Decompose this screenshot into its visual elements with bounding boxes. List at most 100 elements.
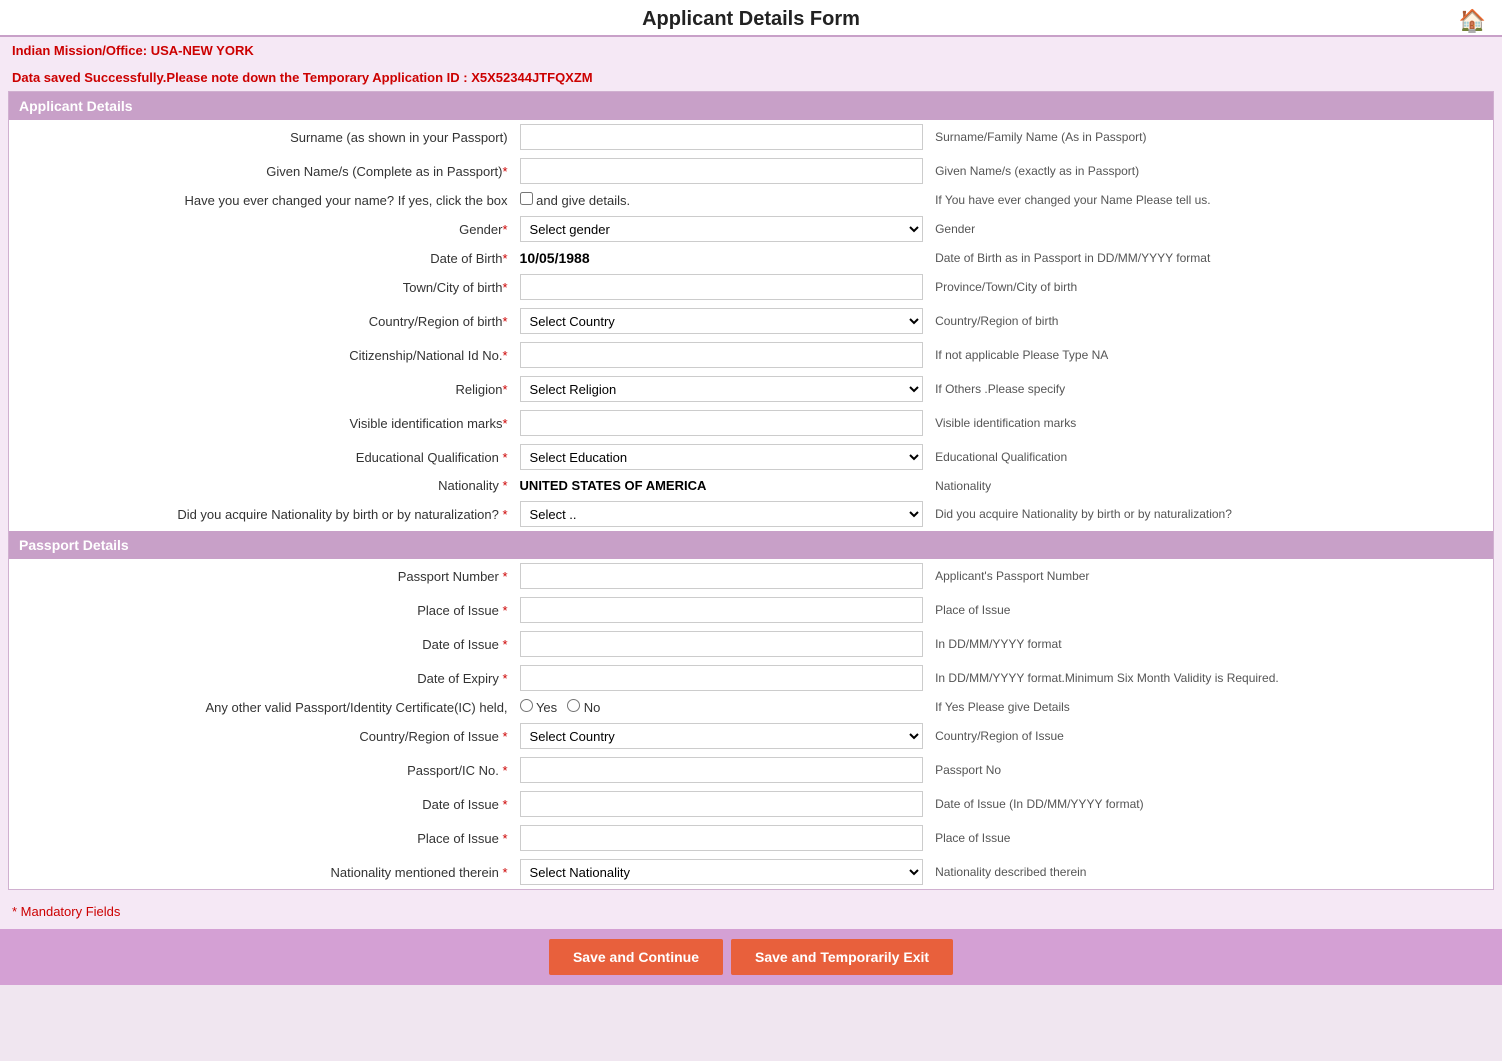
visible-marks-input-cell xyxy=(514,406,930,440)
given-name-input-cell xyxy=(514,154,930,188)
town-input-cell xyxy=(514,270,930,304)
changed-name-checkbox[interactable] xyxy=(520,192,533,205)
surname-input[interactable] xyxy=(520,124,924,150)
yes-radio[interactable] xyxy=(520,699,533,712)
page-header: Applicant Details Form 🏠 xyxy=(0,0,1502,37)
passport-ic-label: Passport/IC No. * xyxy=(9,753,514,787)
acquire-nat-row: Did you acquire Nationality by birth or … xyxy=(9,497,1493,531)
date-issue-input[interactable] xyxy=(520,631,924,657)
date-expiry-help: In DD/MM/YYYY format.Minimum Six Month V… xyxy=(929,661,1493,695)
dob-row: Date of Birth* 10/05/1988 Date of Birth … xyxy=(9,246,1493,270)
date-issue2-input[interactable] xyxy=(520,791,924,817)
country-issue-select[interactable]: Select Country India USA UK Other xyxy=(520,723,924,749)
mission-bar: Indian Mission/Office: USA-NEW YORK xyxy=(0,37,1502,64)
town-input[interactable] xyxy=(520,274,924,300)
religion-help: If Others .Please specify xyxy=(929,372,1493,406)
passport-num-help: Applicant's Passport Number xyxy=(929,559,1493,593)
education-row: Educational Qualification * Select Educa… xyxy=(9,440,1493,474)
country-issue-row: Country/Region of Issue * Select Country… xyxy=(9,719,1493,753)
passport-ic-input-cell xyxy=(514,753,930,787)
applicant-section-header: Applicant Details xyxy=(9,92,1493,120)
surname-label: Surname (as shown in your Passport) xyxy=(9,120,514,154)
place-issue-label: Place of Issue * xyxy=(9,593,514,627)
no-radio[interactable] xyxy=(567,699,580,712)
acquire-nat-select[interactable]: Select .. By Birth By Naturalization xyxy=(520,501,924,527)
religion-input-cell: Select Religion Hindu Muslim Christian S… xyxy=(514,372,930,406)
changed-name-suffix: and give details. xyxy=(536,193,630,208)
education-select[interactable]: Select Education Below Matriculation Mat… xyxy=(520,444,924,470)
yes-radio-label: Yes xyxy=(520,699,558,715)
nationality-therein-select[interactable]: Select Nationality Indian American Briti… xyxy=(520,859,924,885)
surname-help: Surname/Family Name (As in Passport) xyxy=(929,120,1493,154)
visible-marks-help: Visible identification marks xyxy=(929,406,1493,440)
religion-select[interactable]: Select Religion Hindu Muslim Christian S… xyxy=(520,376,924,402)
given-name-row: Given Name/s (Complete as in Passport)* … xyxy=(9,154,1493,188)
given-name-input[interactable] xyxy=(520,158,924,184)
passport-num-row: Passport Number * Applicant's Passport N… xyxy=(9,559,1493,593)
gender-label: Gender* xyxy=(9,212,514,246)
save-continue-button[interactable]: Save and Continue xyxy=(549,939,723,975)
date-issue2-help: Date of Issue (In DD/MM/YYYY format) xyxy=(929,787,1493,821)
gender-input-cell: Select gender Male Female Other xyxy=(514,212,930,246)
applicant-details-section: Applicant Details Surname (as shown in y… xyxy=(8,91,1494,890)
date-issue2-input-cell xyxy=(514,787,930,821)
nationality-therein-input-cell: Select Nationality Indian American Briti… xyxy=(514,855,930,889)
given-name-help: Given Name/s (exactly as in Passport) xyxy=(929,154,1493,188)
place-issue2-input-cell xyxy=(514,821,930,855)
date-issue-input-cell xyxy=(514,627,930,661)
citizenship-row: Citizenship/National Id No.* If not appl… xyxy=(9,338,1493,372)
date-expiry-input[interactable] xyxy=(520,665,924,691)
place-issue2-input[interactable] xyxy=(520,825,924,851)
nationality-row: Nationality * UNITED STATES OF AMERICA N… xyxy=(9,474,1493,497)
date-expiry-input-cell xyxy=(514,661,930,695)
no-label: No xyxy=(584,700,601,715)
nationality-therein-row: Nationality mentioned therein * Select N… xyxy=(9,855,1493,889)
changed-name-label: Have you ever changed your name? If yes,… xyxy=(9,188,514,212)
other-passport-radio-cell: Yes No xyxy=(514,695,930,719)
mandatory-note: * Mandatory Fields xyxy=(0,898,1502,925)
mission-label: Indian Mission/Office: xyxy=(12,43,147,58)
passport-form-table: Passport Number * Applicant's Passport N… xyxy=(9,559,1493,889)
gender-help: Gender xyxy=(929,212,1493,246)
place-issue-row: Place of Issue * Place of Issue xyxy=(9,593,1493,627)
nationality-help: Nationality xyxy=(929,474,1493,497)
surname-input-cell xyxy=(514,120,930,154)
place-issue2-help: Place of Issue xyxy=(929,821,1493,855)
visible-marks-label: Visible identification marks* xyxy=(9,406,514,440)
visible-marks-input[interactable] xyxy=(520,410,924,436)
no-radio-label: No xyxy=(567,699,600,715)
nationality-label: Nationality * xyxy=(9,474,514,497)
home-icon[interactable]: 🏠 xyxy=(1459,8,1486,34)
religion-row: Religion* Select Religion Hindu Muslim C… xyxy=(9,372,1493,406)
save-exit-button[interactable]: Save and Temporarily Exit xyxy=(731,939,953,975)
other-passport-label: Any other valid Passport/Identity Certif… xyxy=(9,695,514,719)
date-issue2-label: Date of Issue * xyxy=(9,787,514,821)
nationality-value-cell: UNITED STATES OF AMERICA xyxy=(514,474,930,497)
citizenship-input[interactable] xyxy=(520,342,924,368)
country-birth-help: Country/Region of birth xyxy=(929,304,1493,338)
other-passport-row: Any other valid Passport/Identity Certif… xyxy=(9,695,1493,719)
country-issue-help: Country/Region of Issue xyxy=(929,719,1493,753)
gender-select[interactable]: Select gender Male Female Other xyxy=(520,216,924,242)
page-title: Applicant Details Form xyxy=(0,8,1502,31)
place-issue-input[interactable] xyxy=(520,597,924,623)
app-id: X5X52344JTFQXZM xyxy=(471,70,592,85)
date-expiry-row: Date of Expiry * In DD/MM/YYYY format.Mi… xyxy=(9,661,1493,695)
dob-value: 10/05/1988 xyxy=(520,250,590,266)
passport-num-input[interactable] xyxy=(520,563,924,589)
nationality-therein-label: Nationality mentioned therein * xyxy=(9,855,514,889)
passport-ic-input[interactable] xyxy=(520,757,924,783)
place-issue2-row: Place of Issue * Place of Issue xyxy=(9,821,1493,855)
other-passport-radio-group: Yes No xyxy=(520,699,924,715)
acquire-nat-label: Did you acquire Nationality by birth or … xyxy=(9,497,514,531)
dob-help: Date of Birth as in Passport in DD/MM/YY… xyxy=(929,246,1493,270)
applicant-form-table: Surname (as shown in your Passport) Surn… xyxy=(9,120,1493,531)
passport-num-label: Passport Number * xyxy=(9,559,514,593)
passport-ic-help: Passport No xyxy=(929,753,1493,787)
dob-label: Date of Birth* xyxy=(9,246,514,270)
education-label: Educational Qualification * xyxy=(9,440,514,474)
surname-row: Surname (as shown in your Passport) Surn… xyxy=(9,120,1493,154)
education-input-cell: Select Education Below Matriculation Mat… xyxy=(514,440,930,474)
place-issue2-label: Place of Issue * xyxy=(9,821,514,855)
country-birth-select[interactable]: Select Country India USA UK Other xyxy=(520,308,924,334)
